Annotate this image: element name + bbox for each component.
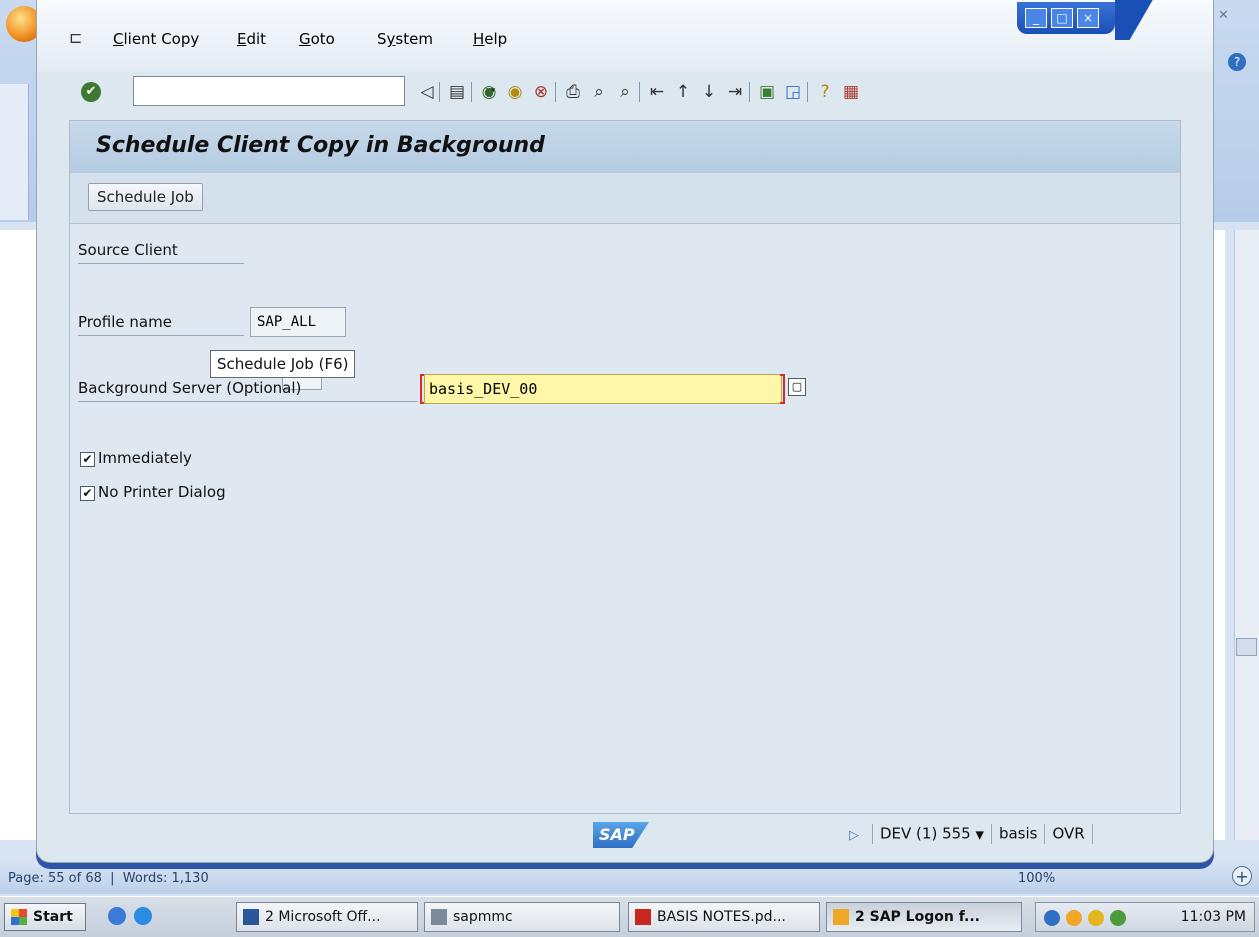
toolbar-separator bbox=[749, 82, 750, 102]
system-info-dropdown-icon[interactable]: ▼ bbox=[975, 829, 983, 842]
previous-page-icon[interactable]: ↑ bbox=[673, 82, 693, 102]
source-client-label: Source Client bbox=[78, 241, 244, 264]
sap-menu-bar: ⊏ Client Copy Edit Goto System Help _ □ … bbox=[37, 0, 1213, 72]
taskbar-item-label: 2 Microsoft Off... bbox=[265, 909, 381, 925]
mmc-icon bbox=[431, 909, 447, 925]
word-help-icon[interactable]: ? bbox=[1228, 53, 1246, 71]
sap-status-bar: SAP ▷ DEV (1) 555 ▼ basis OVR bbox=[37, 814, 1213, 862]
sap-logo: SAP bbox=[593, 822, 649, 848]
word-zoom-level[interactable]: 100% bbox=[1018, 871, 1055, 886]
toolbar-separator bbox=[807, 82, 808, 102]
status-expand-icon[interactable]: ▷ bbox=[849, 828, 859, 843]
taskbar-item-sap-logon[interactable]: 2 SAP Logon f... bbox=[826, 902, 1022, 932]
find-next-icon[interactable]: ⌕ bbox=[615, 82, 635, 102]
page-title: Schedule Client Copy in Background bbox=[96, 133, 545, 158]
menu-edit[interactable]: Edit bbox=[237, 30, 266, 48]
toolbar-separator bbox=[555, 82, 556, 102]
profile-name-field: SAP_ALL bbox=[250, 307, 346, 337]
taskbar-item-pdf[interactable]: BASIS NOTES.pd... bbox=[628, 902, 820, 932]
application-toolbar: Schedule Job bbox=[70, 173, 1180, 224]
screen-title-bar: Schedule Client Copy in Background bbox=[70, 121, 1180, 173]
word-word-count[interactable]: Words: 1,130 bbox=[123, 871, 209, 886]
system-tray: 11:03 PM bbox=[1035, 902, 1255, 932]
system-menu-icon[interactable]: ⊏ bbox=[69, 28, 82, 47]
sap-tray-icon[interactable] bbox=[1066, 910, 1082, 926]
network-tray-icon[interactable] bbox=[1110, 910, 1126, 926]
profile-name-label: Profile name bbox=[78, 313, 244, 336]
pdf-icon bbox=[635, 909, 651, 925]
back-icon[interactable]: ◉ bbox=[479, 82, 499, 102]
help-tray-icon[interactable] bbox=[1044, 910, 1060, 926]
print-icon[interactable]: ⎙ bbox=[563, 82, 583, 102]
taskbar-item-sapmmc[interactable]: sapmmc bbox=[424, 902, 620, 932]
background-server-input[interactable] bbox=[424, 374, 782, 404]
help-icon[interactable]: ? bbox=[815, 82, 835, 102]
menu-client-copy[interactable]: Client Copy bbox=[113, 30, 199, 48]
input-mode[interactable]: OVR bbox=[1052, 825, 1084, 843]
word-icon bbox=[243, 909, 259, 925]
no-printer-dialog-checkbox[interactable]: ✔ bbox=[80, 486, 95, 501]
maximize-button[interactable]: □ bbox=[1051, 8, 1073, 28]
sap-logon-icon bbox=[833, 909, 849, 925]
find-icon[interactable]: ⌕ bbox=[589, 82, 609, 102]
collapse-command-icon[interactable]: ◁ bbox=[417, 82, 437, 102]
required-marker-right bbox=[780, 374, 785, 404]
cancel-icon[interactable]: ⊗ bbox=[531, 82, 551, 102]
screen-area: Schedule Client Copy in Background Sched… bbox=[69, 120, 1181, 814]
system-status-fields: ▷ DEV (1) 555 ▼ basis OVR bbox=[849, 824, 1100, 844]
word-status-bar: Page: 55 of 68 | Words: 1,130 100% bbox=[0, 862, 1259, 894]
command-field[interactable]: ▼ bbox=[133, 76, 495, 106]
show-desktop-icon[interactable] bbox=[108, 907, 126, 925]
value-help-icon[interactable]: ▢ bbox=[788, 378, 806, 396]
security-tray-icon[interactable] bbox=[1088, 910, 1104, 926]
create-session-icon[interactable]: ▣ bbox=[757, 82, 777, 102]
schedule-job-button[interactable]: Schedule Job bbox=[88, 183, 203, 211]
windows-taskbar: Start 2 Microsoft Off... sapmmc BASIS NO… bbox=[0, 896, 1259, 937]
enter-icon[interactable]: ✔ bbox=[81, 82, 101, 102]
no-printer-dialog-label: No Printer Dialog bbox=[98, 483, 226, 501]
system-info: DEV (1) 555 bbox=[880, 824, 971, 843]
menu-help[interactable]: Help bbox=[473, 30, 507, 48]
sap-gui-window: ⊏ Client Copy Edit Goto System Help _ □ … bbox=[36, 0, 1214, 863]
first-page-icon[interactable]: ⇤ bbox=[647, 82, 667, 102]
word-scroll-thumb[interactable] bbox=[1236, 638, 1257, 656]
sap-standard-toolbar: ✔ ▼ ◁ ▤ ◉ ◉ ⊗ ⎙ ⌕ ⌕ ⇤ ↑ ↓ ⇥ ▣ ◲ ? ▦ bbox=[37, 72, 1213, 112]
last-page-icon[interactable]: ⇥ bbox=[725, 82, 745, 102]
window-controls: _ □ × bbox=[1017, 2, 1115, 34]
title-bar-decoration bbox=[1115, 0, 1185, 40]
background-server-label: Background Server (Optional) bbox=[78, 379, 418, 402]
shortcut-icon[interactable]: ◲ bbox=[783, 82, 803, 102]
start-button[interactable]: Start bbox=[4, 903, 86, 931]
save-icon[interactable]: ▤ bbox=[447, 82, 467, 102]
minimize-button[interactable]: _ bbox=[1025, 8, 1047, 28]
word-page-count[interactable]: Page: 55 of 68 | Words: 1,130 bbox=[8, 871, 209, 886]
taskbar-item-word[interactable]: 2 Microsoft Off... bbox=[236, 902, 418, 932]
zoom-in-icon[interactable]: + bbox=[1232, 866, 1252, 886]
clock[interactable]: 11:03 PM bbox=[1181, 909, 1246, 925]
toolbar-separator bbox=[639, 82, 640, 102]
toolbar-separator bbox=[471, 82, 472, 102]
word-ribbon-left-strip bbox=[0, 84, 29, 220]
immediately-checkbox[interactable]: ✔ bbox=[80, 452, 95, 467]
menu-system[interactable]: System bbox=[377, 30, 433, 48]
internet-explorer-icon[interactable] bbox=[134, 907, 152, 925]
taskbar-item-label: BASIS NOTES.pd... bbox=[657, 909, 786, 925]
next-page-icon[interactable]: ↓ bbox=[699, 82, 719, 102]
windows-flag-icon bbox=[11, 909, 27, 925]
start-label: Start bbox=[33, 909, 73, 925]
taskbar-item-label: sapmmc bbox=[453, 909, 513, 925]
word-vertical-scrollbar[interactable] bbox=[1234, 230, 1259, 840]
exit-icon[interactable]: ◉ bbox=[505, 82, 525, 102]
immediately-label: Immediately bbox=[98, 449, 192, 467]
close-button[interactable]: × bbox=[1077, 8, 1099, 28]
taskbar-item-label: 2 SAP Logon f... bbox=[855, 909, 980, 925]
server-info: basis bbox=[998, 824, 1038, 843]
tooltip: Schedule Job (F6) bbox=[210, 350, 356, 378]
toolbar-separator bbox=[439, 82, 440, 102]
menu-goto[interactable]: Goto bbox=[299, 30, 335, 48]
customize-layout-icon[interactable]: ▦ bbox=[841, 82, 861, 102]
